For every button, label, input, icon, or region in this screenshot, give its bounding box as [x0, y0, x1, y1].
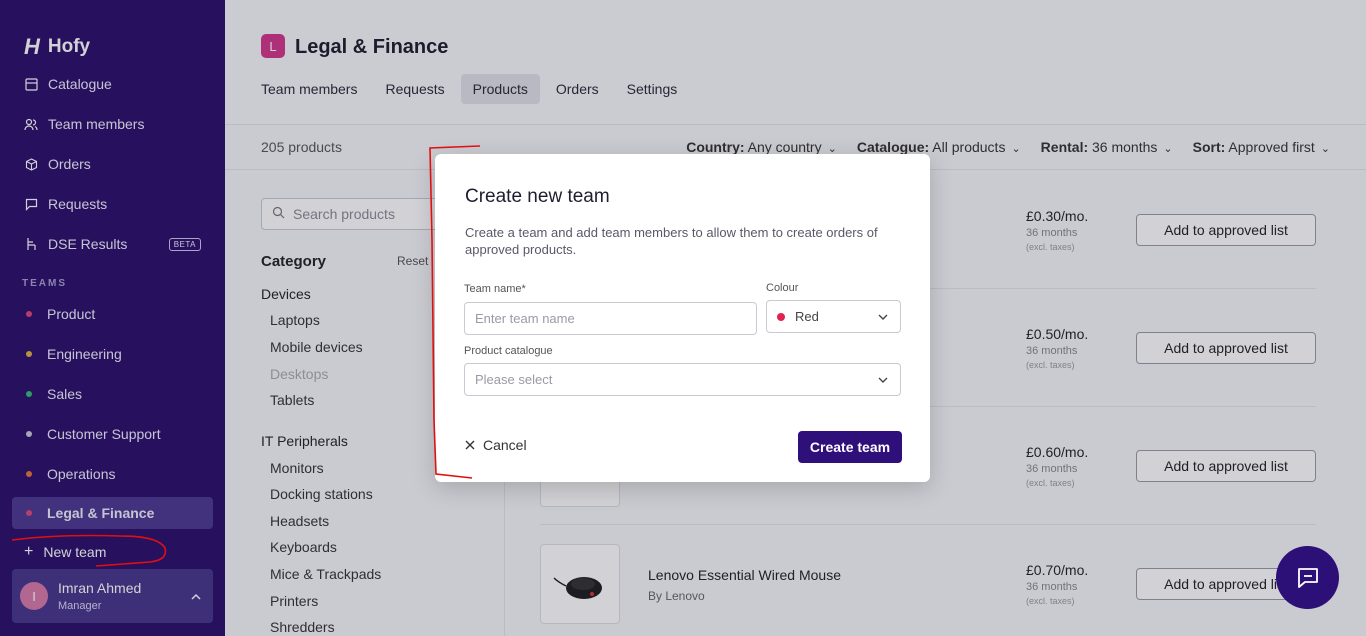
team-name-field[interactable] [464, 302, 757, 335]
chevron-down-icon [878, 374, 888, 386]
colour-label: Colour [766, 282, 799, 294]
chevron-down-icon [878, 311, 888, 323]
product-catalogue-select[interactable]: Please select [464, 363, 901, 396]
dialog-title: Create new team [465, 186, 610, 207]
create-team-dialog: Create new team Create a team and add te… [435, 154, 930, 482]
colour-select[interactable]: Red [766, 300, 901, 333]
cancel-button[interactable]: Cancel [465, 437, 527, 453]
dialog-description: Create a team and add team members to al… [465, 225, 878, 257]
close-icon [465, 437, 475, 453]
team-name-label: Team name* [464, 283, 526, 295]
chat-support-button[interactable] [1276, 546, 1339, 609]
product-catalogue-label: Product catalogue [464, 345, 553, 357]
colour-swatch [777, 312, 785, 321]
colour-value: Red [795, 309, 819, 324]
cancel-label: Cancel [483, 437, 527, 453]
create-team-button[interactable]: Create team [798, 431, 902, 463]
catalogue-placeholder: Please select [475, 372, 553, 387]
chat-bubble-icon [1297, 567, 1318, 588]
